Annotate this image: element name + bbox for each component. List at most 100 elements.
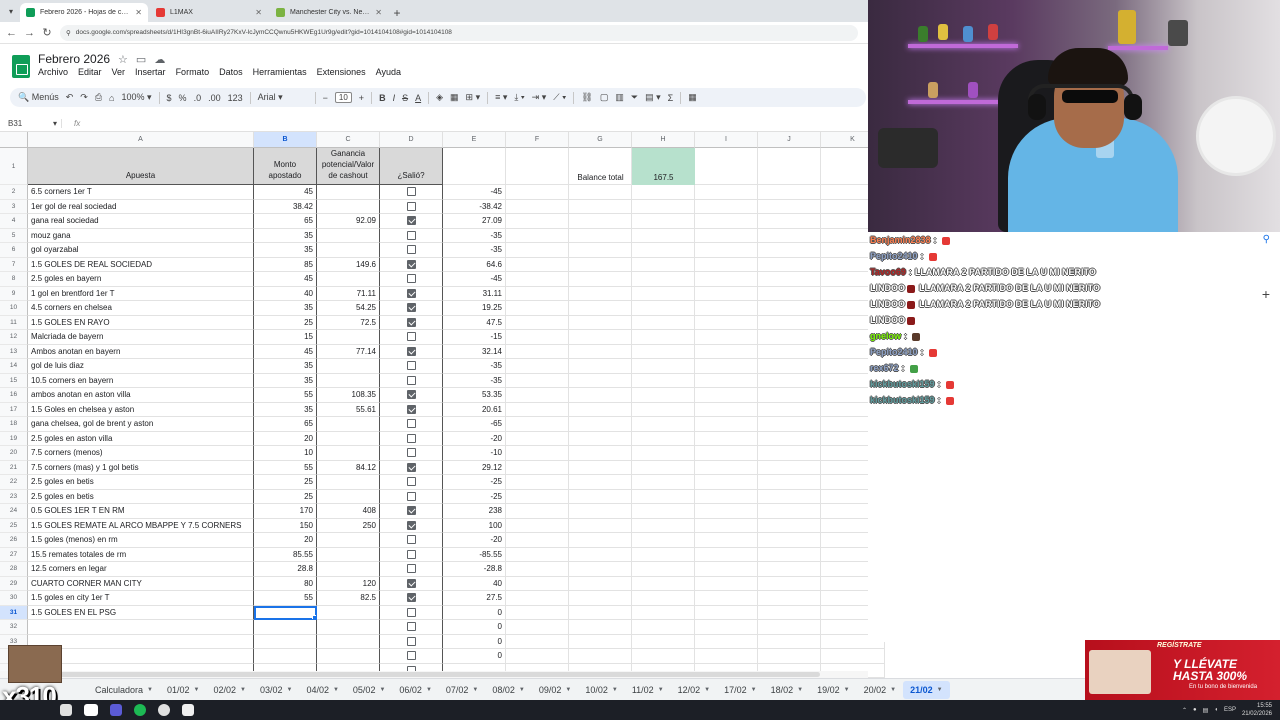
row-header[interactable]: 32 [0, 620, 28, 635]
site-info-icon[interactable]: ⚲ [66, 29, 71, 37]
cell[interactable] [569, 243, 632, 258]
cell[interactable] [569, 620, 632, 635]
cell[interactable] [506, 431, 569, 446]
sheet-tab[interactable]: 20/02 ▼ [857, 681, 903, 699]
payout-cell[interactable] [317, 547, 380, 562]
cell[interactable] [695, 388, 758, 403]
chevron-down-icon[interactable]: ▼ [472, 687, 478, 693]
checkbox[interactable] [406, 448, 416, 458]
url-field[interactable]: ⚲ docs.google.com/spreadsheets/d/1HI3gnBt… [60, 24, 858, 41]
amount-cell[interactable]: 25 [254, 489, 317, 504]
amount-cell[interactable]: 38.42 [254, 199, 317, 214]
cell[interactable] [569, 373, 632, 388]
menu-item[interactable]: Ver [112, 67, 126, 77]
cell[interactable] [758, 489, 821, 504]
cell[interactable] [569, 504, 632, 519]
amount-cell[interactable]: 35 [254, 243, 317, 258]
cell[interactable] [632, 475, 695, 490]
cell[interactable] [632, 257, 695, 272]
taskview-icon[interactable] [84, 704, 98, 716]
payout-cell[interactable]: 408 [317, 504, 380, 519]
sheet-tab[interactable]: 08/02 ▼ [485, 681, 531, 699]
result-cell[interactable] [380, 431, 443, 446]
result-cell[interactable] [380, 315, 443, 330]
increase-decimal-button[interactable]: .00 [208, 93, 221, 103]
cell[interactable] [632, 605, 695, 620]
checkbox[interactable] [406, 303, 416, 313]
chevron-down-icon[interactable]: ▼ [286, 687, 292, 693]
cell[interactable] [569, 402, 632, 417]
cell[interactable] [506, 634, 569, 649]
cell[interactable] [569, 301, 632, 316]
checkbox[interactable] [406, 216, 416, 226]
font-size-increase-icon[interactable]: + [359, 93, 364, 103]
checkbox[interactable] [406, 535, 416, 545]
row-header[interactable]: 23 [0, 489, 28, 504]
checkbox[interactable] [406, 564, 416, 574]
sheet-tab[interactable]: Calculadora ▼ [88, 681, 160, 699]
cell[interactable] [758, 634, 821, 649]
cell[interactable] [569, 286, 632, 301]
row-header[interactable]: 4 [0, 214, 28, 229]
cell[interactable] [506, 214, 569, 229]
cell[interactable] [506, 489, 569, 504]
formula-input[interactable]: fx [62, 119, 80, 128]
result-cell[interactable] [380, 330, 443, 345]
amount-cell[interactable]: 10 [254, 446, 317, 461]
column-header[interactable]: D [380, 132, 443, 148]
close-tab-icon[interactable]: ✕ [375, 8, 382, 17]
bet-name-cell[interactable]: 1er gol de real sociedad [28, 199, 254, 214]
cell[interactable] [758, 243, 821, 258]
bet-name-cell[interactable]: CUARTO CORNER MAN CITY [28, 576, 254, 591]
checkbox[interactable] [406, 651, 416, 661]
balance-value[interactable]: 167.5 [632, 148, 695, 185]
cell[interactable] [695, 359, 758, 374]
result-cell[interactable] [380, 475, 443, 490]
payout-cell[interactable]: 250 [317, 518, 380, 533]
column-header[interactable]: H [632, 132, 695, 148]
bet-name-cell[interactable] [28, 620, 254, 635]
chat-username[interactable]: rex672 [870, 363, 899, 373]
checkbox[interactable] [406, 274, 416, 284]
font-size-input[interactable]: 10 [334, 92, 352, 103]
cell[interactable] [506, 620, 569, 635]
bet-name-cell[interactable]: 1.5 GOLES DE REAL SOCIEDAD [28, 257, 254, 272]
redo-icon[interactable]: ↷ [80, 92, 88, 103]
cell[interactable] [632, 286, 695, 301]
amount-cell[interactable]: 170 [254, 504, 317, 519]
bet-name-cell[interactable]: 2.5 goles en betis [28, 475, 254, 490]
bet-name-cell[interactable]: 7.5 corners (menos) [28, 446, 254, 461]
column-header[interactable]: J [758, 132, 821, 148]
amount-cell[interactable] [254, 620, 317, 635]
menus-search[interactable]: 🔍 Menús [18, 92, 59, 103]
amount-cell[interactable] [254, 605, 317, 620]
browser-tab[interactable]: Febrero 2026 - Hojas de cálculo ✕ [20, 3, 148, 22]
chevron-up-icon[interactable]: ⌃ [1182, 707, 1187, 714]
location-pin-icon[interactable]: ⚲ [1263, 234, 1270, 245]
cell[interactable] [758, 330, 821, 345]
checkbox[interactable] [406, 230, 416, 240]
move-folder-icon[interactable]: ▭ [136, 53, 146, 66]
sheets-logo-icon[interactable] [12, 55, 30, 78]
cell[interactable] [695, 214, 758, 229]
result-cell[interactable] [380, 344, 443, 359]
amount-cell[interactable]: 40 [254, 286, 317, 301]
cell[interactable] [569, 489, 632, 504]
sheet-tab[interactable]: 05/02 ▼ [346, 681, 392, 699]
balance-cell[interactable]: 0 [443, 634, 506, 649]
bet-name-cell[interactable]: 2.5 goles en betis [28, 489, 254, 504]
chevron-down-icon[interactable]: ▼ [333, 687, 339, 693]
browser-tab[interactable]: L1MAX ✕ [150, 3, 268, 22]
insert-chart-icon[interactable]: ▥ [615, 92, 624, 103]
balance-cell[interactable]: -20 [443, 533, 506, 548]
payout-cell[interactable] [317, 620, 380, 635]
cell[interactable] [569, 199, 632, 214]
cell[interactable] [758, 649, 821, 664]
cell[interactable] [506, 605, 569, 620]
zoom-select[interactable]: 100% ▾ [121, 92, 151, 103]
payout-cell[interactable]: 55.61 [317, 402, 380, 417]
row-header[interactable]: 8 [0, 272, 28, 287]
bet-name-cell[interactable]: Ambos anotan en bayern [28, 344, 254, 359]
cell[interactable] [758, 417, 821, 432]
result-cell[interactable] [380, 402, 443, 417]
